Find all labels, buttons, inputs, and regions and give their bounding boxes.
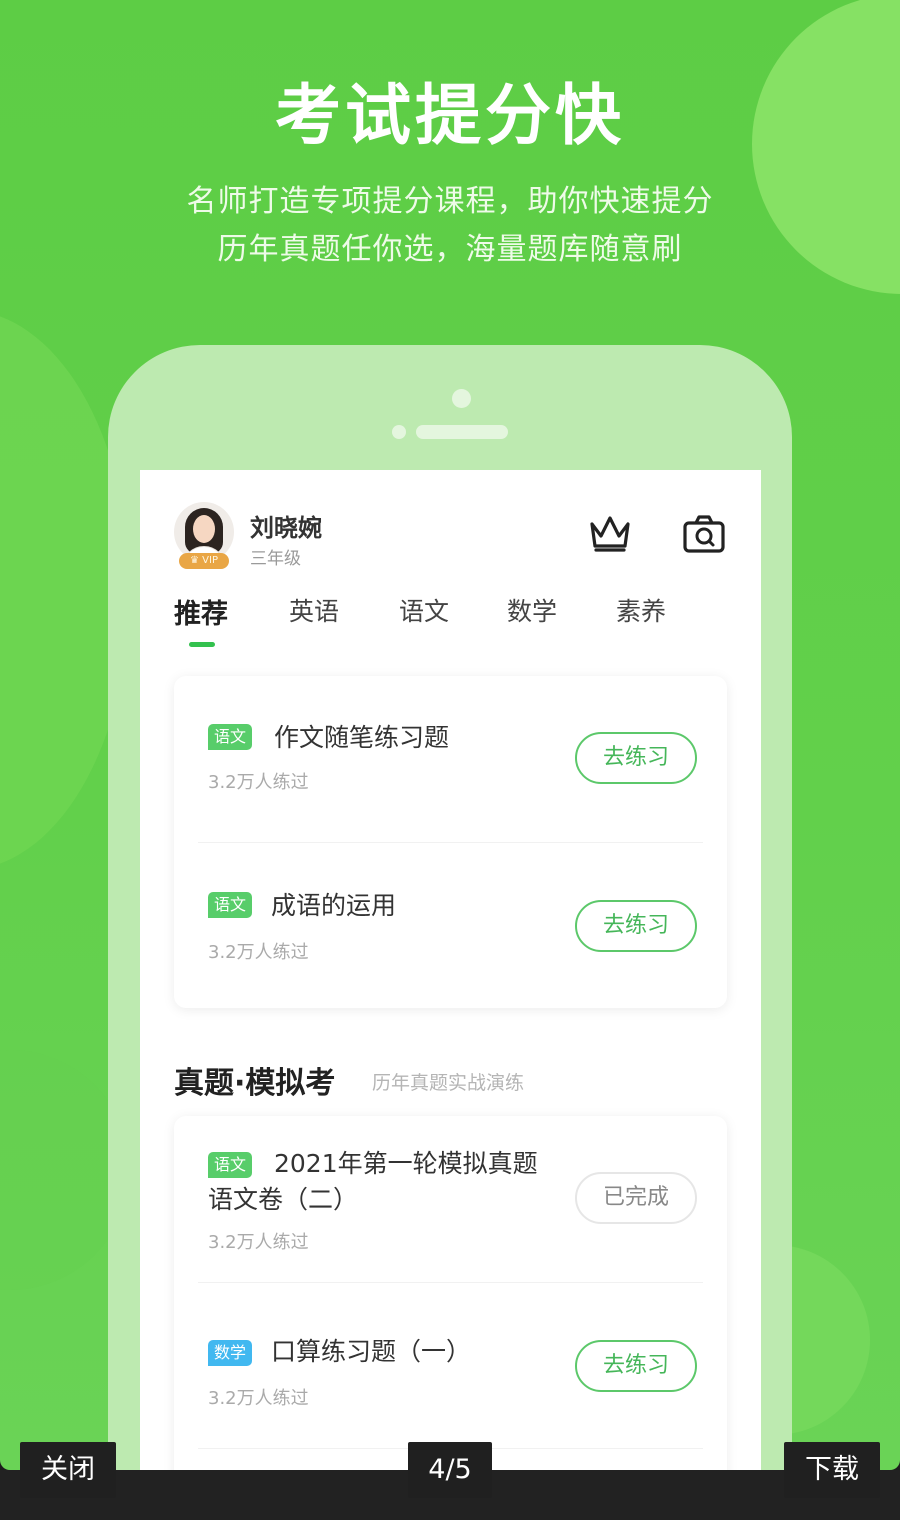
phone-camera	[452, 389, 471, 408]
practice-button[interactable]: 去练习	[575, 732, 697, 784]
list-item[interactable]: 语文 作文随笔练习题 3.2万人练过 去练习	[174, 676, 727, 842]
phone-speaker	[416, 425, 508, 439]
active-tab-indicator	[189, 642, 215, 647]
promo-banner: 考试提分快 名师打造专项提分课程，助你快速提分 历年真题任你选，海量题库随意刷 …	[0, 0, 900, 1470]
item-title: 口算练习题（一）	[271, 1337, 472, 1366]
item-title: 成语的运用	[271, 891, 397, 920]
user-grade: 三年级	[250, 549, 301, 569]
vip-badge: ♛ VIP	[179, 553, 229, 569]
subject-tag: 数学	[208, 1340, 253, 1366]
subject-tag: 语文	[208, 1152, 253, 1178]
camera-search-icon[interactable]	[682, 514, 726, 554]
phone-sensor	[392, 425, 406, 439]
subject-tabs: 推荐 英语 语文 数学 素养	[174, 592, 734, 652]
crown-icon[interactable]	[588, 512, 632, 554]
tab-literacy[interactable]: 素养	[616, 592, 666, 628]
item-meta: 3.2万人练过	[208, 942, 309, 963]
section-title: 真题·模拟考	[174, 1066, 336, 1101]
close-button[interactable]: 关闭	[20, 1442, 116, 1498]
tab-recommend[interactable]: 推荐	[174, 592, 228, 631]
promo-subline: 名师打造专项提分课程，助你快速提分	[186, 184, 714, 219]
section-subtitle: 历年真题实战演练	[372, 1072, 525, 1094]
subject-tag: 语文	[208, 724, 253, 750]
promo-subline: 历年真题任你选，海量题库随意刷	[217, 232, 683, 267]
item-title: 作文随笔练习题	[274, 723, 450, 752]
item-meta: 3.2万人练过	[208, 772, 309, 793]
tab-english[interactable]: 英语	[289, 592, 339, 628]
recommend-card: 语文 作文随笔练习题 3.2万人练过 去练习 语文 成语的运用 3.2万人练过 …	[174, 676, 727, 1008]
item-title: 语文卷（二）	[208, 1185, 359, 1214]
page-indicator: 4/5	[408, 1442, 492, 1498]
download-button[interactable]: 下载	[784, 1442, 880, 1498]
practice-button[interactable]: 去练习	[575, 1340, 697, 1392]
subject-tag: 语文	[208, 892, 253, 918]
list-item[interactable]: 语文 2021年第一轮模拟真题 语文卷（二） 3.2万人练过 已完成	[174, 1116, 727, 1282]
practice-button[interactable]: 去练习	[575, 900, 697, 952]
completed-button[interactable]: 已完成	[575, 1172, 697, 1224]
item-title: 2021年第一轮模拟真题	[274, 1149, 538, 1178]
item-meta: 3.2万人练过	[208, 1232, 309, 1253]
list-item[interactable]: 语文 成语的运用 3.2万人练过 去练习	[174, 842, 727, 1008]
app-screen: ♛ VIP 刘晓婉 三年级 推荐 英语 语文 数学 素养 语文 作文随笔练习题 …	[140, 470, 761, 1470]
tab-math[interactable]: 数学	[507, 592, 557, 628]
promo-headline: 考试提分快	[275, 77, 625, 154]
item-meta: 3.2万人练过	[208, 1388, 309, 1409]
exam-card: 语文 2021年第一轮模拟真题 语文卷（二） 3.2万人练过 已完成 数学 口算…	[174, 1116, 727, 1470]
user-name: 刘晓婉	[250, 514, 322, 542]
tab-chinese[interactable]: 语文	[399, 592, 449, 628]
list-item[interactable]: 数学 口算练习题（一） 3.2万人练过 去练习	[174, 1282, 727, 1448]
